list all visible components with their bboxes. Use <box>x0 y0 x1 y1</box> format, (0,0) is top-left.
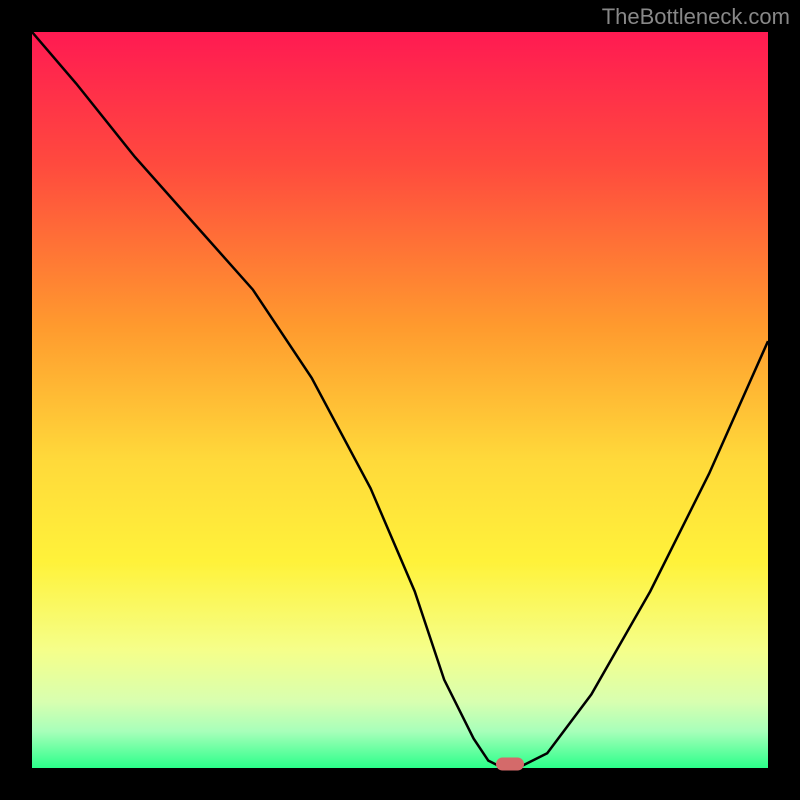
chart-frame: TheBottleneck.com <box>0 0 800 800</box>
plot-area <box>32 32 768 768</box>
gradient-background <box>32 32 768 768</box>
watermark-text: TheBottleneck.com <box>602 4 790 30</box>
bottleneck-marker <box>496 758 524 771</box>
chart-svg <box>32 32 768 768</box>
